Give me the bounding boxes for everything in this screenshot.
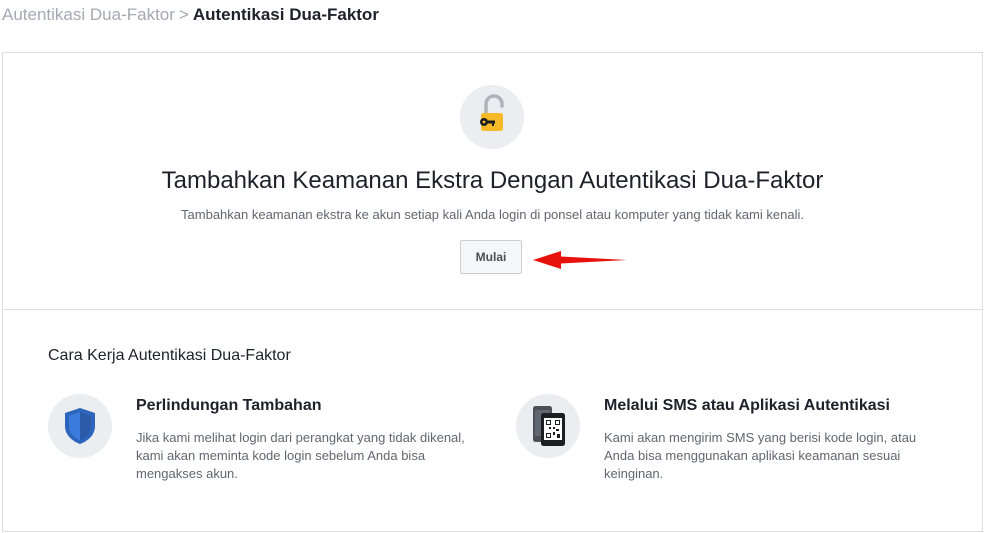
feature-title: Melalui SMS atau Aplikasi Autentikasi: [604, 397, 890, 414]
breadcrumb-separator: >: [178, 5, 189, 24]
how-it-works-title: Cara Kerja Autentikasi Dua-Faktor: [48, 347, 291, 364]
feature-extra-protection: Perlindungan Tambahan Jika kami melihat …: [48, 394, 468, 494]
phone-qr-code-icon: [516, 394, 580, 458]
hero-section: Tambahkan Keamanan Ekstra Dengan Autenti…: [3, 53, 982, 310]
breadcrumb-current: Autentikasi Dua-Faktor: [192, 5, 379, 24]
feature-description: Jika kami melihat login dari perangkat y…: [136, 430, 465, 481]
shield-icon: [48, 394, 112, 458]
how-it-works-section: Cara Kerja Autentikasi Dua-Faktor Perlin…: [3, 310, 982, 531]
breadcrumb: Autentikasi Dua-Faktor > Autentikasi Dua-F…: [2, 5, 379, 25]
hero-subtitle: Tambahkan keamanan ekstra ke akun setiap…: [181, 207, 804, 222]
two-factor-card: Tambahkan Keamanan Ekstra Dengan Autenti…: [2, 52, 983, 532]
start-button[interactable]: Mulai: [460, 240, 522, 274]
hero-title: Tambahkan Keamanan Ekstra Dengan Autenti…: [161, 167, 824, 194]
red-arrow-annotation: [533, 251, 627, 269]
feature-title: Perlindungan Tambahan: [136, 397, 322, 414]
feature-sms-or-app: Melalui SMS atau Aplikasi Autentikasi Ka…: [516, 394, 936, 494]
feature-description: Kami akan mengirim SMS yang berisi kode …: [604, 430, 917, 481]
unlocked-padlock-key-icon: [460, 85, 524, 149]
breadcrumb-parent-link[interactable]: Autentikasi Dua-Faktor: [2, 5, 175, 24]
